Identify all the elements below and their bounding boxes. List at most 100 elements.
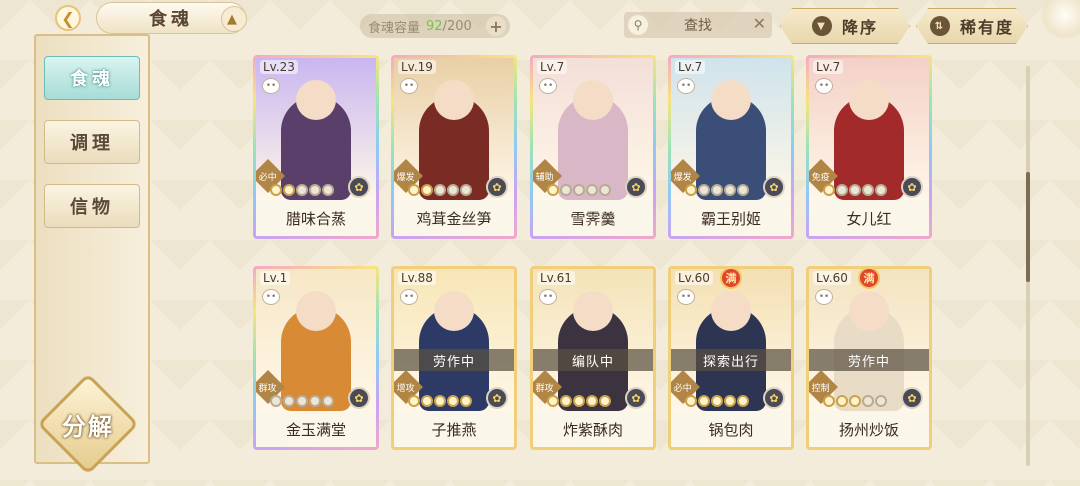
soul-name: 子推燕 xyxy=(394,411,514,447)
star-icon xyxy=(586,184,598,196)
sidebar-item-token[interactable]: 信物 xyxy=(44,184,140,228)
level-label: Lv.7 xyxy=(813,60,844,74)
hat-icon[interactable]: ▲ xyxy=(221,6,247,32)
chat-bubble-icon: •• xyxy=(677,289,695,305)
star-icon xyxy=(586,395,598,407)
character-head xyxy=(434,291,474,331)
star-icon xyxy=(460,184,472,196)
rarity-sort-button[interactable]: ⇅ 稀有度 xyxy=(916,8,1028,44)
soul-name: 锅包肉 xyxy=(671,411,791,447)
soul-card[interactable]: Lv.60 •• 满探索出行 必中 ✿ 锅包肉 xyxy=(668,266,794,450)
soul-name: 炸紫酥肉 xyxy=(533,411,653,447)
soul-card[interactable]: Lv.61 •• 编队中 群攻 ✿ 炸紫酥肉 xyxy=(530,266,656,450)
chat-bubble-icon: •• xyxy=(400,78,418,94)
soul-name: 腊味合蒸 xyxy=(256,200,376,236)
sidebar-item-label: 调理 xyxy=(70,133,114,154)
star-icon xyxy=(309,395,321,407)
level-label: Lv.61 xyxy=(537,271,575,285)
star-icon xyxy=(724,395,736,407)
star-icon xyxy=(823,184,835,196)
sort-desc-label: 降序 xyxy=(841,18,878,37)
star-rating xyxy=(270,184,334,196)
star-icon xyxy=(849,184,861,196)
level-label: Lv.7 xyxy=(675,60,706,74)
level-label: Lv.23 xyxy=(260,60,298,74)
soul-card[interactable]: Lv.19 •• 爆发 ✿ 鸡茸金丝笋 xyxy=(391,55,517,239)
star-icon xyxy=(685,184,697,196)
soul-name: 鸡茸金丝笋 xyxy=(394,200,514,236)
soul-card[interactable]: Lv.88 •• 劳作中 增攻 ✿ 子推燕 xyxy=(391,266,517,450)
star-icon xyxy=(737,184,749,196)
star-icon xyxy=(547,184,559,196)
character-head xyxy=(711,291,751,331)
star-icon xyxy=(322,184,334,196)
star-icon xyxy=(737,395,749,407)
star-icon xyxy=(270,184,282,196)
soul-card[interactable]: Lv.7 •• 免疫 ✿ 女儿红 xyxy=(806,55,932,239)
star-icon xyxy=(875,184,887,196)
sort-toggle-icon: ⇅ xyxy=(930,16,950,36)
sidebar-item-cultivate[interactable]: 调理 xyxy=(44,120,140,164)
back-button[interactable]: ❮ xyxy=(40,4,96,32)
star-icon xyxy=(573,395,585,407)
chat-bubble-icon: •• xyxy=(539,78,557,94)
star-icon xyxy=(711,395,723,407)
role-label: 辅助 xyxy=(535,172,555,183)
star-icon xyxy=(434,395,446,407)
soul-card[interactable]: Lv.7 •• 爆发 ✿ 霸王别姬 xyxy=(668,55,794,239)
element-orb-icon: ✿ xyxy=(486,387,508,409)
star-icon xyxy=(599,184,611,196)
soul-name: 金玉满堂 xyxy=(256,411,376,447)
chat-bubble-icon: •• xyxy=(539,289,557,305)
character-head xyxy=(849,291,889,331)
status-band: 探索出行 xyxy=(671,349,791,371)
status-band: 劳作中 xyxy=(394,349,514,371)
sort-desc-button[interactable]: ▼ 降序 xyxy=(780,8,910,44)
full-badge: 满 xyxy=(720,269,742,289)
star-icon xyxy=(685,395,697,407)
soul-card[interactable]: Lv.1 •• 群攻 ✿ 金玉满堂 xyxy=(253,266,379,450)
capacity-display: 食魂容量 92 /200 + xyxy=(360,14,510,38)
element-orb-icon: ✿ xyxy=(486,176,508,198)
magnifier-icon: ⚲ xyxy=(628,15,648,35)
role-label: 增攻 xyxy=(396,383,416,394)
role-label: 爆发 xyxy=(396,172,416,183)
capacity-max: /200 xyxy=(442,18,472,34)
character-head xyxy=(573,291,613,331)
element-orb-icon: ✿ xyxy=(348,176,370,198)
search-label: 查找 xyxy=(684,18,712,34)
soul-card[interactable]: Lv.60 •• 满劳作中 控制 ✿ 扬州炒饭 xyxy=(806,266,932,450)
capacity-current: 92 xyxy=(426,18,443,34)
level-label: Lv.60 xyxy=(813,271,851,285)
plus-icon[interactable]: + xyxy=(486,16,506,36)
soul-card[interactable]: Lv.23 •• 必中 ✿ 腊味合蒸 xyxy=(253,55,379,239)
back-arrow-icon: ❮ xyxy=(55,5,81,31)
star-rating xyxy=(408,184,472,196)
star-icon xyxy=(724,184,736,196)
star-icon xyxy=(270,395,282,407)
soul-name: 女儿红 xyxy=(809,200,929,236)
down-arrow-icon: ▼ xyxy=(812,16,832,36)
search-bar[interactable]: ⚲ 查找 ✕ xyxy=(624,12,772,38)
close-icon[interactable]: ✕ xyxy=(753,14,766,33)
capacity-label: 食魂容量 xyxy=(368,20,421,36)
sidebar-item-label: 食魂 xyxy=(70,69,114,90)
star-icon xyxy=(560,395,572,407)
element-orb-icon: ✿ xyxy=(625,176,647,198)
chat-bubble-icon: •• xyxy=(262,289,280,305)
star-icon xyxy=(573,184,585,196)
role-label: 爆发 xyxy=(673,172,693,183)
page-title: 食魂 ▲ xyxy=(96,2,247,34)
page-title-text: 食魂 xyxy=(149,9,193,30)
role-label: 必中 xyxy=(258,172,278,183)
soul-card[interactable]: Lv.7 •• 辅助 ✿ 雪霁羹 xyxy=(530,55,656,239)
star-rating xyxy=(685,184,749,196)
star-icon xyxy=(408,184,420,196)
chat-bubble-icon: •• xyxy=(400,289,418,305)
scrollbar-thumb[interactable] xyxy=(1026,172,1030,282)
decompose-label: 分解 xyxy=(62,412,114,441)
star-icon xyxy=(698,395,710,407)
sidebar-item-soul[interactable]: 食魂 xyxy=(44,56,140,100)
character-head xyxy=(849,80,889,120)
level-label: Lv.19 xyxy=(398,60,436,74)
